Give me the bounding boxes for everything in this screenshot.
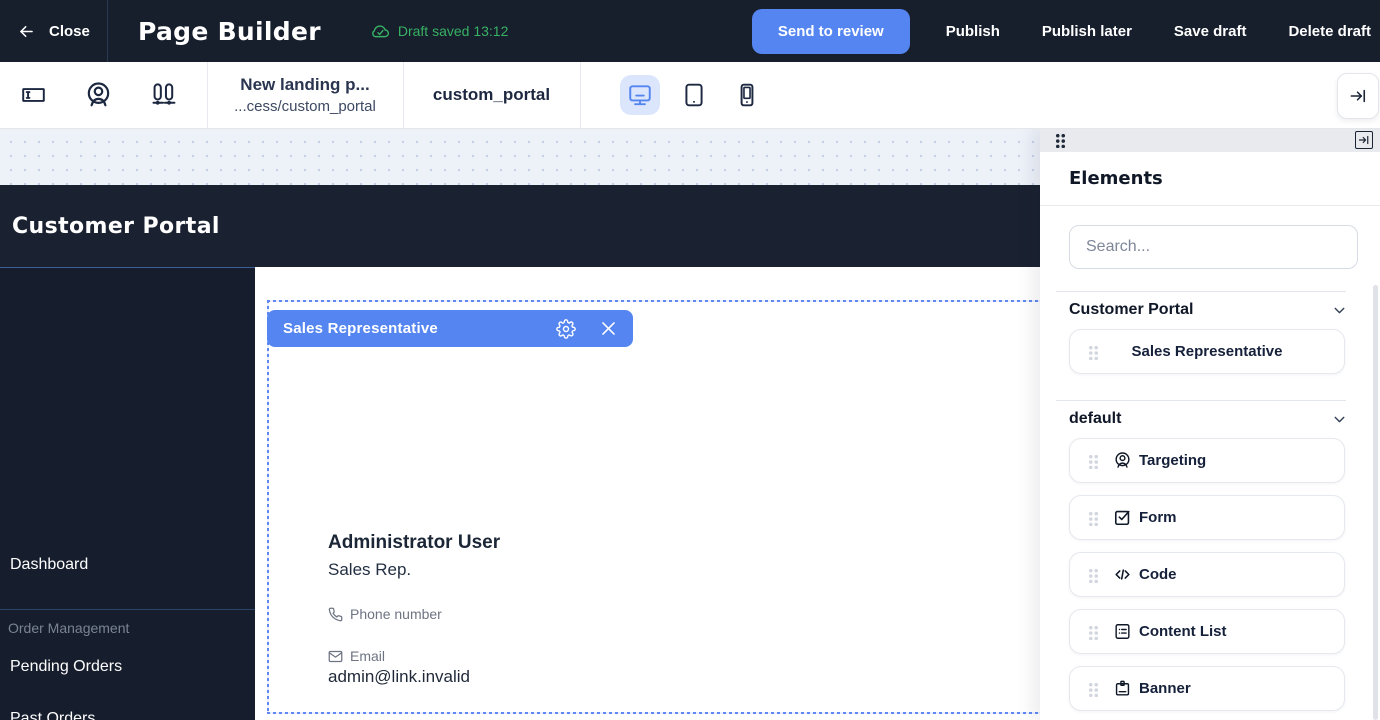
phone-label: Phone number <box>350 606 442 622</box>
chevron-down-icon[interactable] <box>1331 411 1348 428</box>
mobile-icon <box>734 82 760 108</box>
close-label: Close <box>49 23 90 40</box>
app-title: Page Builder <box>138 17 321 46</box>
element-card-label: Content List <box>1139 623 1227 640</box>
arrow-to-bar-icon <box>1358 134 1370 146</box>
navbar-actions: Publish Publish later Save draft Delete … <box>946 23 1380 40</box>
email-row: Email <box>328 648 385 664</box>
panel-divider <box>1056 400 1346 401</box>
drag-handle-icon[interactable] <box>1087 567 1098 583</box>
panel-drag-bar[interactable] <box>1040 128 1380 152</box>
code-icon <box>1113 565 1132 584</box>
drag-handle-icon[interactable] <box>1087 453 1098 469</box>
element-card-label: Sales Representative <box>1098 343 1316 360</box>
drag-handle-icon[interactable] <box>1087 344 1098 360</box>
tablet-icon <box>681 82 707 108</box>
chevron-down-icon[interactable] <box>1331 302 1348 319</box>
sidebar-section-order-management: Order Management <box>8 620 129 636</box>
element-card-targeting[interactable]: Targeting <box>1069 438 1345 483</box>
sidebar-item-past-orders[interactable]: Past Orders <box>10 710 95 720</box>
section-header-default[interactable]: default <box>1069 410 1121 428</box>
email-value: admin@link.invalid <box>328 667 470 687</box>
close-icon[interactable] <box>599 319 618 338</box>
page-name: New landing p... <box>207 75 403 95</box>
selection-border-left <box>267 300 269 714</box>
back-arrow-icon <box>17 22 36 41</box>
builder-toolbar: New landing p... ...cess/custom_portal c… <box>0 62 1380 129</box>
input-field-icon[interactable] <box>18 82 49 108</box>
panel-scrollbar[interactable] <box>1373 285 1378 720</box>
person-target-icon[interactable] <box>84 80 113 110</box>
phone-icon <box>328 607 343 622</box>
form-checkbox-icon <box>1113 508 1132 527</box>
element-card-label: Banner <box>1139 680 1191 697</box>
banner-badge-icon <box>1113 679 1132 698</box>
person-target-icon <box>1113 451 1132 470</box>
current-page-selector[interactable]: New landing p... ...cess/custom_portal <box>207 75 403 115</box>
search-box <box>1069 225 1358 269</box>
element-card-label: Form <box>1139 509 1177 526</box>
selection-border-top <box>267 300 1040 302</box>
top-navbar: Close Page Builder Draft saved 13:12 Sen… <box>0 0 1380 62</box>
email-label: Email <box>350 648 385 664</box>
draft-saved-status: Draft saved 13:12 <box>371 22 509 41</box>
sidebar-divider <box>0 609 255 610</box>
element-card-sales-representative[interactable]: Sales Representative <box>1069 329 1345 374</box>
close-button[interactable]: Close <box>0 0 108 62</box>
collapse-panel-button[interactable] <box>1337 73 1379 119</box>
portal-sidebar: Dashboard Order Management Pending Order… <box>0 267 255 720</box>
toolbar-divider <box>580 62 581 128</box>
content-list-icon <box>1113 622 1132 641</box>
page-path: ...cess/custom_portal <box>207 98 403 115</box>
publish-button[interactable]: Publish <box>946 23 1000 40</box>
device-tablet-button[interactable] <box>674 75 714 115</box>
portal-header-title: Customer Portal <box>12 214 220 239</box>
section-header-customer-portal[interactable]: Customer Portal <box>1069 301 1193 319</box>
drag-handle-icon[interactable] <box>1087 624 1098 640</box>
portal-tab[interactable]: custom_portal <box>403 85 580 105</box>
desktop-icon <box>627 82 653 108</box>
element-card-banner[interactable]: Banner <box>1069 666 1345 711</box>
sidebar-item-pending-orders[interactable]: Pending Orders <box>10 658 122 676</box>
elements-panel: Elements Customer Portal Sales Represent… <box>1040 128 1380 720</box>
envelope-icon <box>328 649 343 664</box>
contact-card-role: Sales Rep. <box>328 560 411 580</box>
selected-element-label-bar[interactable]: Sales Representative <box>267 310 633 347</box>
element-card-form[interactable]: Form <box>1069 495 1345 540</box>
sliders-vertical-icon[interactable] <box>149 80 178 110</box>
sidebar-item-dashboard[interactable]: Dashboard <box>10 556 88 574</box>
drag-handle-icon[interactable] <box>1054 132 1065 148</box>
element-card-code[interactable]: Code <box>1069 552 1345 597</box>
draft-saved-label: Draft saved 13:12 <box>398 23 509 39</box>
arrow-to-bar-icon <box>1348 86 1368 106</box>
panel-divider <box>1040 205 1380 206</box>
device-desktop-button[interactable] <box>620 75 660 115</box>
selection-border-bottom <box>267 712 1040 714</box>
save-draft-button[interactable]: Save draft <box>1174 23 1247 40</box>
element-card-label: Targeting <box>1139 452 1206 469</box>
delete-draft-button[interactable]: Delete draft <box>1288 23 1371 40</box>
contact-card-name: Administrator User <box>328 532 500 554</box>
publish-later-button[interactable]: Publish later <box>1042 23 1132 40</box>
search-input[interactable] <box>1070 226 1357 268</box>
phone-row: Phone number <box>328 606 442 622</box>
panel-divider <box>1056 291 1346 292</box>
element-card-label: Code <box>1139 566 1177 583</box>
drag-handle-icon[interactable] <box>1087 510 1098 526</box>
gear-icon[interactable] <box>556 319 576 339</box>
send-to-review-button[interactable]: Send to review <box>752 9 910 54</box>
selected-element-label: Sales Representative <box>283 320 556 337</box>
device-mobile-button[interactable] <box>727 75 767 115</box>
drag-handle-icon[interactable] <box>1087 681 1098 697</box>
element-card-content-list[interactable]: Content List <box>1069 609 1345 654</box>
panel-title: Elements <box>1069 168 1163 189</box>
cloud-check-icon <box>371 22 390 41</box>
panel-collapse-button[interactable] <box>1355 131 1373 149</box>
